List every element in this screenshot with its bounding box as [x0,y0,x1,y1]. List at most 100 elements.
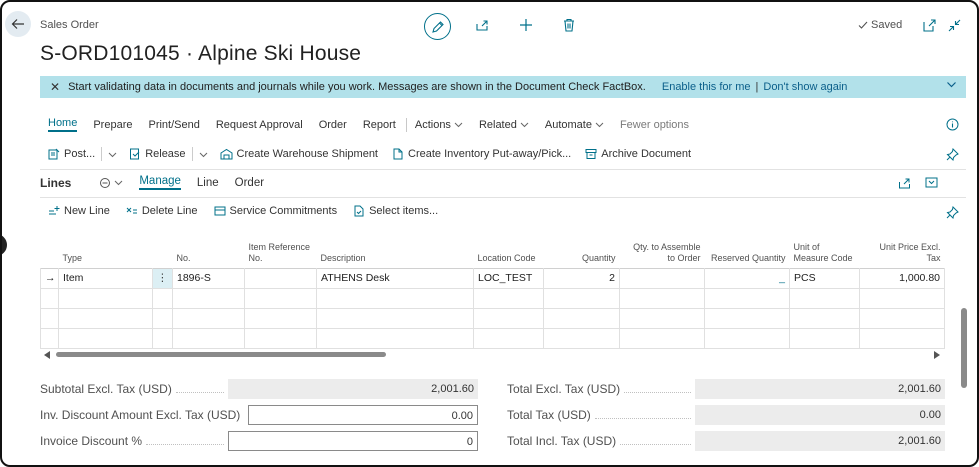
grid-col-location-code[interactable]: Location Code [474,236,544,268]
cell-uom[interactable]: PCS [789,267,860,289]
archive-document-button[interactable]: Archive Document [585,148,691,160]
dont-show-link[interactable]: Don't show again [763,81,847,93]
row-menu-icon[interactable]: ⋮ [152,267,173,289]
scroll-right-icon[interactable] [933,351,940,359]
create-warehouse-shipment-button[interactable]: Create Warehouse Shipment [220,148,378,160]
pin-icon[interactable] [946,205,959,222]
empty-cell[interactable] [789,307,860,329]
menu-prepare[interactable]: Prepare [93,119,132,131]
empty-cell[interactable] [543,307,620,329]
grid-col-qty-to-assemble[interactable]: Qty. to Assemble to Order [620,236,705,268]
service-commitments-button[interactable]: Service Commitments [214,205,337,217]
menu-request-approval[interactable]: Request Approval [216,119,303,131]
close-icon[interactable]: ✕ [50,80,60,94]
grid-col-unit-price[interactable]: Unit Price Excl. Tax [860,236,945,268]
empty-cell[interactable] [172,307,245,329]
empty-cell[interactable] [789,287,860,309]
lines-tab-line[interactable]: Line [197,177,219,189]
menu-report[interactable]: Report [363,119,396,131]
back-button[interactable] [5,11,31,37]
horizontal-scrollbar[interactable] [44,349,940,359]
inv-discount-amount-field[interactable]: 0.00 [248,405,478,425]
release-button[interactable]: Release [129,148,186,160]
empty-cell[interactable] [473,327,544,349]
lines-share-icon[interactable] [898,176,911,192]
share-button[interactable] [473,16,491,34]
empty-cell[interactable] [704,327,790,349]
empty-cell[interactable] [789,327,860,349]
grid-col-unit-of-measure[interactable]: Unit of Measure Code [790,236,860,268]
menu-print-send[interactable]: Print/Send [148,119,199,131]
menu-home[interactable]: Home [48,117,78,132]
pin-icon[interactable] [946,147,959,164]
empty-cell[interactable] [859,287,945,309]
select-items-button[interactable]: Select items... [353,205,438,217]
chevron-down-icon[interactable] [108,150,117,159]
scroll-left-icon[interactable] [44,351,51,359]
table-row[interactable]: → Item ⋮ 1896-S ATHENS Desk LOC_TEST 2 _… [40,267,945,289]
cell-qty-assemble[interactable] [619,267,705,289]
fewer-options-button[interactable]: Fewer options [620,119,689,131]
cell-type[interactable]: Item [58,267,153,289]
table-row[interactable] [40,327,945,349]
grid-col-no[interactable]: No. [173,236,245,268]
side-panel-handle[interactable] [2,234,7,256]
menu-automate[interactable]: Automate [545,119,604,131]
grid-col-reserved-quantity[interactable]: Reserved Quantity [705,236,790,268]
empty-cell[interactable] [172,287,245,309]
cell-location[interactable]: LOC_TEST [473,267,544,289]
table-row[interactable] [40,287,945,309]
empty-cell[interactable] [619,327,705,349]
menu-related[interactable]: Related [479,119,529,131]
empty-cell[interactable] [543,287,620,309]
vertical-scrollbar-thumb[interactable] [961,308,967,388]
empty-cell[interactable] [316,327,474,349]
new-line-button[interactable]: New Line [48,205,110,217]
enable-link[interactable]: Enable this for me [662,81,751,93]
empty-cell[interactable] [58,327,153,349]
cell-quantity[interactable]: 2 [543,267,620,289]
cell-no[interactable]: 1896-S [172,267,245,289]
empty-cell[interactable] [244,307,317,329]
empty-cell[interactable] [244,287,317,309]
chevron-down-icon[interactable] [946,79,957,93]
empty-cell[interactable] [316,307,474,329]
table-row[interactable] [40,307,945,329]
lines-tab-order[interactable]: Order [235,177,264,189]
empty-cell[interactable] [543,327,620,349]
cell-description[interactable]: ATHENS Desk [316,267,474,289]
collapse-button[interactable] [945,16,963,34]
edit-button[interactable] [424,13,451,40]
empty-cell[interactable] [58,287,153,309]
info-icon[interactable] [946,118,959,134]
empty-cell[interactable] [619,287,705,309]
scrollbar-thumb[interactable] [56,352,386,357]
invoice-discount-pct-field[interactable]: 0 [228,431,478,451]
empty-cell[interactable] [619,307,705,329]
delete-button[interactable] [560,16,578,34]
lines-tab-manage[interactable]: Manage [139,175,181,190]
cell-item-ref[interactable] [244,267,317,289]
open-new-window-button[interactable] [920,16,938,34]
lines-expand-icon[interactable] [925,176,938,192]
empty-cell[interactable] [859,307,945,329]
empty-cell[interactable] [244,327,317,349]
grid-col-item-reference-no[interactable]: Item Reference No. [245,236,317,268]
empty-cell[interactable] [704,287,790,309]
empty-cell[interactable] [473,307,544,329]
new-button[interactable] [517,16,535,34]
chevron-down-icon[interactable] [199,150,208,159]
menu-order[interactable]: Order [319,119,347,131]
grid-col-description[interactable]: Description [317,236,474,268]
empty-cell[interactable] [473,287,544,309]
empty-cell[interactable] [172,327,245,349]
delete-line-button[interactable]: Delete Line [126,205,198,217]
grid-col-type[interactable]: Type [59,236,153,268]
menu-actions[interactable]: Actions [415,119,463,131]
grid-col-quantity[interactable]: Quantity [544,236,620,268]
empty-cell[interactable] [316,287,474,309]
cell-unit-price[interactable]: 1,000.80 [859,267,945,289]
cell-reserved[interactable]: _ [704,267,790,289]
empty-cell[interactable] [704,307,790,329]
empty-cell[interactable] [859,327,945,349]
